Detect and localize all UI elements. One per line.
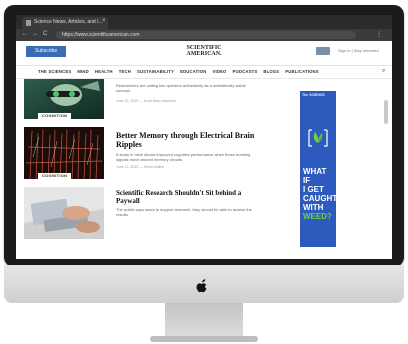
article-2-category: COGNITION — [38, 173, 72, 179]
reload-icon[interactable]: C — [43, 31, 47, 37]
article-2-thumbnail[interactable] — [24, 127, 104, 179]
favicon-icon — [26, 20, 31, 26]
tab-title: Science News, Articles, and I... — [34, 19, 103, 25]
ad-line2: I GET — [303, 185, 324, 194]
topic-nav: THE SCIENCES MIND HEALTH TECH SUSTAINABI… — [16, 66, 392, 79]
ad-line4: WITH — [303, 203, 324, 212]
browser-tab-bar: Science News, Articles, and I... × — [16, 15, 392, 29]
url-field[interactable]: https://www.scientificamerican.com — [56, 31, 356, 39]
article-3-title[interactable]: Scientific Research Shouldn't Sit behind… — [116, 189, 266, 205]
article-1-meta: June 12, 2019 — Scott Barry Kaufman — [116, 99, 176, 103]
browser-menu-icon[interactable]: ⋮ — [376, 31, 382, 38]
url-text: https://www.scientificamerican.com — [62, 32, 140, 38]
nav-item-publications[interactable]: PUBLICATIONS — [285, 69, 319, 74]
nav-item-podcasts[interactable]: PODCASTS — [233, 69, 258, 74]
imac-monitor: Science News, Articles, and I... × ← → C… — [4, 5, 404, 303]
site-header: Subscribe SCIENTIFIC AMERICAN. Sign In |… — [16, 41, 392, 66]
nav-item-education[interactable]: EDUCATION — [180, 69, 206, 74]
article-2-desc: A study in mice shows improved cognitive… — [116, 152, 251, 162]
ad-line5: WEED? — [303, 212, 332, 221]
tab-close-icon[interactable]: × — [102, 18, 106, 24]
article-2-meta: June 12, 2019 — Simon Makin — [116, 165, 164, 169]
nav-item-the-sciences[interactable]: THE SCIENCES — [38, 69, 71, 74]
article-3-desc: The public pays taxes to support researc… — [116, 207, 252, 217]
scrollbar[interactable] — [384, 100, 388, 124]
nav-item-health[interactable]: HEALTH — [95, 69, 113, 74]
monitor-stand-base — [150, 336, 258, 342]
subscribe-button[interactable]: Subscribe — [26, 46, 66, 57]
forward-icon[interactable]: → — [32, 31, 38, 37]
monitor-screen: Science News, Articles, and I... × ← → C… — [16, 15, 392, 259]
nav-item-video[interactable]: VIDEO — [212, 69, 226, 74]
site-logo[interactable]: SCIENTIFIC AMERICAN. — [176, 45, 232, 57]
ad-line1: WHAT IF — [303, 167, 327, 185]
nav-item-tech[interactable]: TECH — [119, 69, 131, 74]
logo-line2: AMERICAN. — [186, 51, 222, 57]
leaf-icon — [308, 129, 328, 147]
cart-icon[interactable] — [316, 47, 330, 55]
address-bar: ← → C https://www.scientificamerican.com… — [16, 29, 392, 41]
article-1-desc: Researchers are calling into question au… — [116, 83, 246, 93]
back-icon[interactable]: ← — [22, 31, 28, 37]
ad-tag: The SCIENCE — [302, 93, 325, 97]
nav-item-sustainability[interactable]: SUSTAINABILITY — [137, 69, 174, 74]
article-2-title[interactable]: Better Memory through Electrical Brain R… — [116, 131, 266, 149]
signin-link[interactable]: Sign In | Stay Informed — [338, 48, 379, 53]
weed-ad-banner[interactable]: The SCIENCE WHAT IF I GET CAUGHT WITH WE… — [300, 91, 338, 247]
apple-logo-icon — [196, 279, 207, 293]
monitor-stand-neck — [165, 303, 243, 339]
article-1-category: COGNITION — [38, 113, 72, 119]
article-3-thumbnail[interactable] — [24, 187, 104, 239]
search-icon[interactable]: ⌕ — [382, 68, 385, 75]
nav-item-mind[interactable]: MIND — [77, 69, 89, 74]
ad-headline: WHAT IF I GET CAUGHT WITH WEED? — [303, 167, 338, 221]
browser-tab[interactable]: Science News, Articles, and I... × — [22, 17, 108, 29]
nav-item-blogs[interactable]: BLOGS — [263, 69, 279, 74]
ad-line3: CAUGHT — [303, 194, 338, 203]
